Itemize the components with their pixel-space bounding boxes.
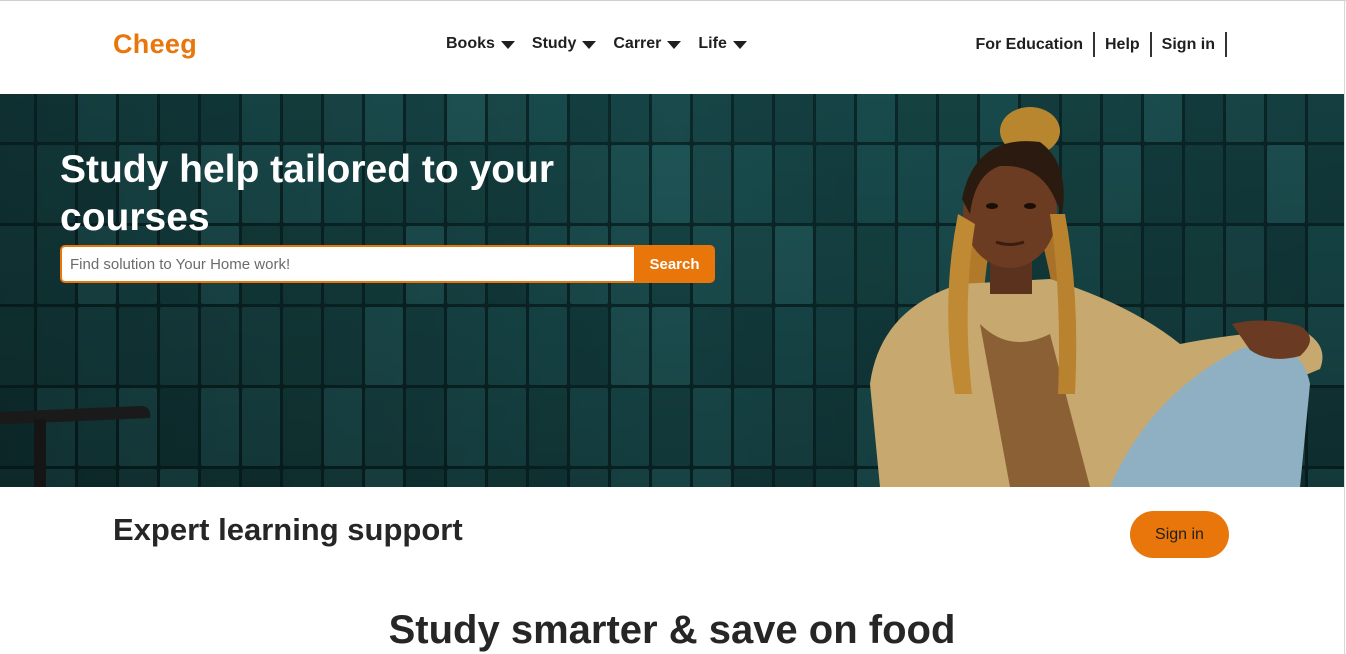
logo[interactable]: Cheeg	[113, 29, 197, 60]
nav-study-label: Study	[531, 35, 577, 52]
nav-carrer-label: Carrer	[613, 35, 662, 52]
section-heading: Expert learning support	[113, 512, 463, 547]
hero-banner: Study help tailored to your courses Sear…	[0, 94, 1344, 487]
page-edge	[1344, 0, 1345, 654]
nav-life-label: Life	[698, 35, 727, 52]
nav-carrer[interactable]: Carrer	[613, 35, 682, 53]
caret-down-icon	[667, 41, 682, 49]
promo-heading: Study smarter & save on food	[388, 608, 956, 652]
utility-nav: For Education Help Sign in	[965, 32, 1227, 57]
nav-books-label: Books	[446, 35, 495, 52]
site-header: Cheeg Books Study Carrer Life For Educat…	[0, 1, 1344, 93]
caret-down-icon	[500, 41, 515, 49]
caret-down-icon	[732, 41, 747, 49]
caret-down-icon	[582, 41, 597, 49]
header-sign-in-link[interactable]: Sign in	[1152, 32, 1227, 57]
sign-in-button[interactable]: Sign in	[1130, 511, 1229, 558]
for-education-link[interactable]: For Education	[965, 32, 1095, 57]
help-link[interactable]: Help	[1095, 32, 1152, 57]
search-input[interactable]	[60, 245, 634, 283]
nav-books[interactable]: Books	[446, 35, 515, 53]
nav-life[interactable]: Life	[698, 35, 747, 53]
search-button[interactable]: Search	[634, 245, 715, 283]
nav-study[interactable]: Study	[531, 35, 597, 53]
main-nav: Books Study Carrer Life	[446, 35, 747, 53]
hero-title: Study help tailored to your courses	[60, 148, 555, 239]
